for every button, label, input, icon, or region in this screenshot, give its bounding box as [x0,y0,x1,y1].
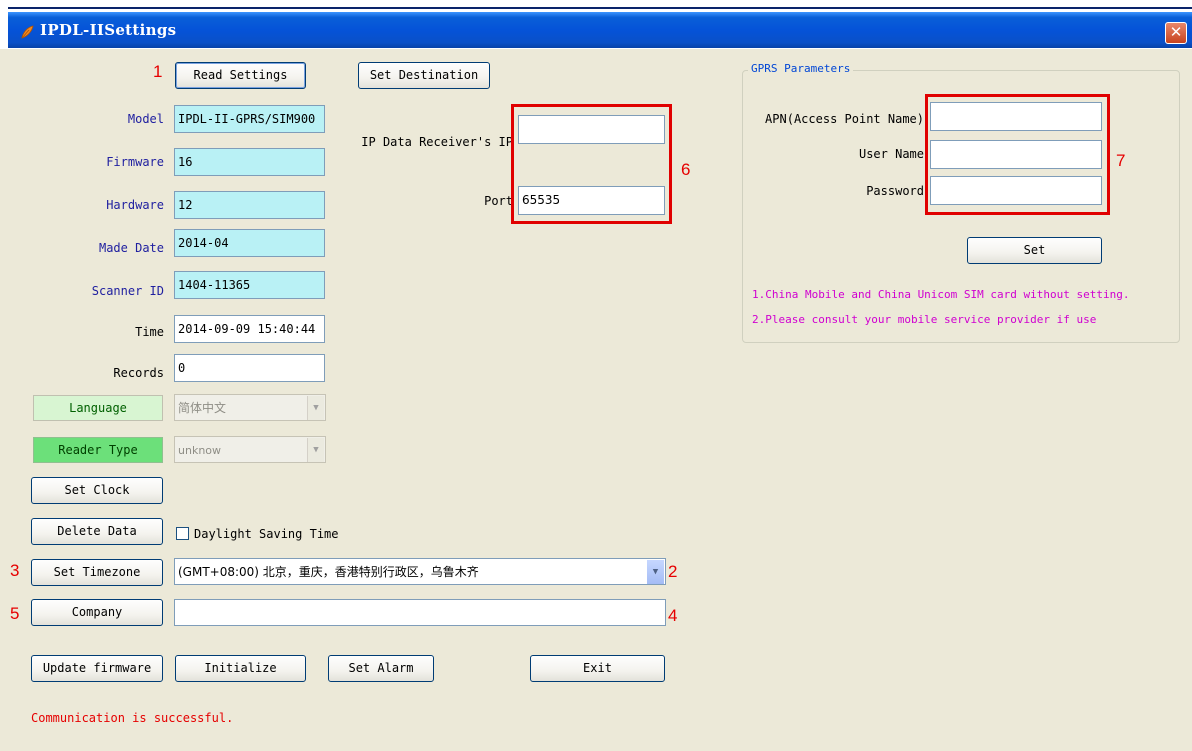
time-label: Time [135,325,164,339]
firmware-field: 16 [174,148,325,176]
annotation-marker-7: 7 [1116,151,1126,170]
set-alarm-button[interactable]: Set Alarm [328,655,434,682]
model-field: IPDL-II-GPRS/SIM900 [174,105,325,133]
set-clock-button[interactable]: Set Clock [31,477,163,504]
title-bar-background[interactable] [8,12,1192,48]
annotation-marker-1: 1 [153,62,163,81]
annotation-marker-6: 6 [681,160,691,179]
annotation-marker-5: 5 [10,604,20,623]
firmware-label: Firmware [106,155,164,169]
annotation-box-7 [925,94,1110,215]
close-button[interactable]: ✕ [1165,22,1187,44]
set-destination-button[interactable]: Set Destination [358,62,490,89]
status-message: Communication is successful. [31,711,234,725]
gprs-note-1: 1.China Mobile and China Unicom SIM card… [752,288,1130,301]
chevron-down-icon[interactable]: ▼ [647,560,664,584]
timezone-select[interactable]: (GMT+08:00) 北京，重庆，香港特别行政区，乌鲁木齐 ▼ [174,558,666,585]
initialize-button[interactable]: Initialize [175,655,306,682]
read-settings-button[interactable]: Read Settings [175,62,306,89]
update-firmware-button[interactable]: Update firmware [31,655,163,682]
hardware-label: Hardware [106,198,164,212]
username-label: User Name [858,147,924,161]
app-feather-icon [21,25,34,39]
model-label: Model [127,112,164,126]
scanner-id-field: 1404-11365 [174,271,325,299]
language-select: 简体中文 ▼ [174,394,326,421]
timezone-select-value: (GMT+08:00) 北京，重庆，香港特别行政区，乌鲁木齐 [178,565,479,579]
title-bar-border [8,7,1192,9]
scanner-id-label: Scanner ID [91,284,164,298]
made-date-field: 2014-04 [174,229,325,257]
made-date-label: Made Date [98,241,164,255]
gprs-set-button[interactable]: Set [967,237,1102,264]
exit-button[interactable]: Exit [530,655,665,682]
hardware-field: 12 [174,191,325,219]
ip-receiver-label: IP Data Receiver's IP [361,135,513,149]
window-title: IPDL-IISettings [40,21,177,39]
annotation-box-6 [511,104,672,224]
annotation-marker-4: 4 [668,606,678,625]
gprs-note-2: 2.Please consult your mobile service pro… [752,313,1097,326]
chevron-down-icon: ▼ [307,438,324,462]
reader-type-select: unknow ▼ [174,436,326,463]
annotation-marker-2: 2 [668,562,678,581]
apn-label: APN(Access Point Name) [765,112,924,126]
reader-type-label: Reader Type [33,437,163,463]
password-label: Password [866,184,924,198]
gprs-parameters-title: GPRS Parameters [748,62,854,75]
title-bar: IPDL-IISettings ✕ [0,0,1192,49]
daylight-saving-checkbox[interactable] [176,527,189,540]
chevron-down-icon: ▼ [307,396,324,420]
company-button[interactable]: Company [31,599,163,626]
language-label: Language [33,395,163,421]
daylight-saving-label: Daylight Saving Time [194,527,339,541]
records-field[interactable]: 0 [174,354,325,382]
time-field[interactable]: 2014-09-09 15:40:44 [174,315,325,343]
reader-type-select-value: unknow [178,444,222,457]
port-label: Port [484,194,513,208]
set-timezone-button[interactable]: Set Timezone [31,559,163,586]
company-input[interactable] [174,599,666,626]
language-select-value: 简体中文 [178,401,227,415]
delete-data-button[interactable]: Delete Data [31,518,163,545]
annotation-marker-3: 3 [10,561,20,580]
records-label: Records [113,366,164,380]
